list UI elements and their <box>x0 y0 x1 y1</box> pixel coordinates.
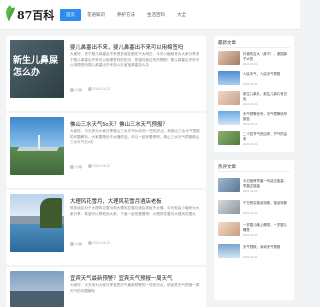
article-title[interactable]: 佛山三水天气5o天？佛山三水天气预报？ <box>70 120 202 128</box>
clock-icon <box>87 164 92 168</box>
sidebar-recent-item[interactable]: 人民天气，人民天气预报 2024-03-22 <box>218 71 290 87</box>
sidebar-hot-item[interactable]: 一岁婴儿晚上睡觉，一岁婴儿睡觉 2024-03-22 <box>218 222 290 238</box>
sidebar-item-date: 2024-03-22 <box>243 82 258 86</box>
sidebar-item-date: 2024-03-22 <box>243 122 258 126</box>
clock-icon <box>87 87 92 91</box>
recent-panel: 最新文章 抖音布吉大（鼻子），美国鼻子大的 2024-03-22 人民天气，人民… <box>214 36 294 152</box>
article-title[interactable]: 宜宾天气最新预警？宜宾天气预报一周天气 <box>70 274 202 282</box>
nav-life-encyclopedia[interactable]: 生活百科 <box>141 9 171 21</box>
hot-panel: 热评文章 今日推荐早晨一句话正能量，早晨正能量 2024-03-22 千万别买德… <box>214 160 294 300</box>
sidebar-thumbnail[interactable] <box>218 71 240 85</box>
author: 小编 <box>70 87 82 93</box>
article-excerpt: 大家好，今天来为大家分享佛山三水天气5o天的一些知识点，和佛山三水天气预报的问题… <box>70 129 200 145</box>
article-thumbnail[interactable] <box>10 194 64 252</box>
sidebar-item-title[interactable]: 一岁婴儿晚上睡觉，一岁婴儿睡觉 <box>243 223 290 233</box>
sidebar-recent-item[interactable]: 抖音布吉大（鼻子），美国鼻子大的 2024-03-22 <box>218 51 290 67</box>
article-meta: 小编 2024-03-22 <box>70 87 110 93</box>
sidebar-thumbnail[interactable] <box>218 91 240 105</box>
sidebar-item-date: 2024-03-22 <box>243 189 258 193</box>
article-excerpt: 很多朋友对于大理风花雪月和大理风花雪月酒店老板不太懂，今天就由小编来为大家分享，… <box>70 206 200 216</box>
thumbnail-caption: 新生儿鼻屎 怎么办 <box>13 55 59 77</box>
nav-care-methods[interactable]: 养护方法 <box>111 9 141 21</box>
sidebar-thumbnail[interactable] <box>218 178 240 192</box>
author-avatar-icon <box>70 88 74 92</box>
sidebar-hot-item[interactable]: 千万别买德龙特斯，德龙特斯 2024-03-22 <box>218 200 290 216</box>
author-avatar-icon <box>70 165 74 169</box>
nav-all[interactable]: 大全 <box>171 9 192 21</box>
sidebar-hot-item[interactable]: 天气预报，深圳天气预报 2024-03-22 <box>218 244 290 260</box>
sidebar-recent-item[interactable]: 二十四节气的由来，节气的由来 2024-03-22 <box>218 131 290 147</box>
sidebar-item-title[interactable]: 二十四节气的由来，节气的由来 <box>243 132 290 142</box>
sidebar-item-title[interactable]: 千万别买德龙特斯，德龙特斯 <box>243 201 290 211</box>
article-meta: 小编 2024-03-22 <box>70 164 110 170</box>
sidebar-thumbnail[interactable] <box>218 244 240 258</box>
logo-text: 87百科 <box>17 9 55 22</box>
sidebar-item-title[interactable]: 天气预报，深圳天气预报 <box>243 245 290 255</box>
author: 小编 <box>70 164 82 170</box>
article-card[interactable]: 佛山三水天气5o天？佛山三水天气预报？ 大家好，今天来为大家分享佛山三水天气5o… <box>6 113 206 188</box>
hot-panel-title: 热评文章 <box>218 164 236 169</box>
nav-flower-language[interactable]: 花语知识 <box>81 9 111 21</box>
recent-panel-title: 最新文章 <box>218 40 236 45</box>
article-card[interactable]: 宜宾天气最新预警？宜宾天气预报一周天气 大家好，今天来为大家分享宜宾天气最新预警… <box>6 267 206 307</box>
sidebar-item-title[interactable]: 今日推荐早晨一句话正能量，早晨正能量 <box>243 179 290 189</box>
sidebar-item-title[interactable]: 抖音布吉大（鼻子），美国鼻子大的 <box>243 52 290 62</box>
sidebar-item-date: 2024-03-22 <box>243 142 258 146</box>
divider <box>218 47 290 48</box>
sidebar-thumbnail[interactable] <box>218 131 240 145</box>
author: 小编 <box>70 241 82 247</box>
sidebar-item-date: 2024-03-22 <box>243 255 258 259</box>
article-list: 新生儿鼻屎 怎么办 婴儿鼻塞出不来，婴儿鼻塞出不来可以用棉签吗 大家好，关于婴儿… <box>6 36 206 307</box>
article-excerpt: 大家好，关于婴儿鼻塞出不来很多朋友都还不太明白，今天小编就来为大家分享关于婴儿鼻… <box>70 52 200 68</box>
sidebar-thumbnail[interactable] <box>218 222 240 236</box>
date: 2024-03-22 <box>87 164 110 170</box>
date: 2024-03-22 <box>87 241 110 247</box>
sidebar-item-date: 2024-03-22 <box>243 233 258 237</box>
article-meta: 小编 2024-03-22 <box>70 241 110 247</box>
sidebar-thumbnail[interactable] <box>218 111 240 125</box>
date: 2024-03-22 <box>87 87 110 93</box>
article-card[interactable]: 大理风花雪月，大理风花雪月酒店老板 很多朋友对于大理风花雪月和大理风花雪月酒店老… <box>6 190 206 265</box>
sidebar-hot-item[interactable]: 今日推荐早晨一句话正能量，早晨正能量 2024-03-22 <box>218 178 290 194</box>
sidebar-item-title[interactable]: 人民天气，人民天气预报 <box>243 72 290 82</box>
sidebar-thumbnail[interactable] <box>218 51 240 65</box>
sidebar-recent-item[interactable]: 天气预警信号，天气预警信号颜色 2024-03-22 <box>218 111 290 127</box>
sidebar-recent-item[interactable]: 新生儿鼻孔，新生儿鼻孔有白色 2024-03-22 <box>218 91 290 107</box>
article-thumbnail[interactable] <box>10 271 64 307</box>
author-avatar-icon <box>70 242 74 246</box>
sidebar-item-title[interactable]: 新生儿鼻孔，新生儿鼻孔有白色 <box>243 92 290 102</box>
sidebar-item-date: 2024-03-22 <box>243 211 258 215</box>
site-logo[interactable]: 87百科 <box>4 4 56 26</box>
sidebar-item-date: 2024-03-22 <box>243 102 258 106</box>
article-card[interactable]: 新生儿鼻屎 怎么办 婴儿鼻塞出不来，婴儿鼻塞出不来可以用棉签吗 大家好，关于婴儿… <box>6 36 206 111</box>
leaf-logo-icon <box>6 5 16 22</box>
article-title[interactable]: 大理风花雪月，大理风花雪月酒店老板 <box>70 197 202 205</box>
sidebar-thumbnail[interactable] <box>218 200 240 214</box>
main-nav: 首页 花语知识 养护方法 生活百科 大全 <box>60 9 192 23</box>
article-thumbnail[interactable] <box>10 117 64 175</box>
nav-home[interactable]: 首页 <box>60 9 81 21</box>
sidebar-item-date: 2024-03-22 <box>243 62 258 66</box>
top-bar: 87百科 首页 花语知识 养护方法 生活百科 大全 <box>0 0 300 30</box>
clock-icon <box>87 241 92 245</box>
article-excerpt: 大家好，今天来为大家分享宜宾天气最新预警的一些知识点，和宜宾天气预报一周天气的问… <box>70 283 200 293</box>
sidebar-item-title[interactable]: 天气预警信号，天气预警信号颜色 <box>243 112 290 122</box>
divider <box>218 171 290 172</box>
article-title[interactable]: 婴儿鼻塞出不来，婴儿鼻塞出不来可以用棉签吗 <box>70 43 202 51</box>
article-thumbnail[interactable]: 新生儿鼻屎 怎么办 <box>10 40 64 98</box>
